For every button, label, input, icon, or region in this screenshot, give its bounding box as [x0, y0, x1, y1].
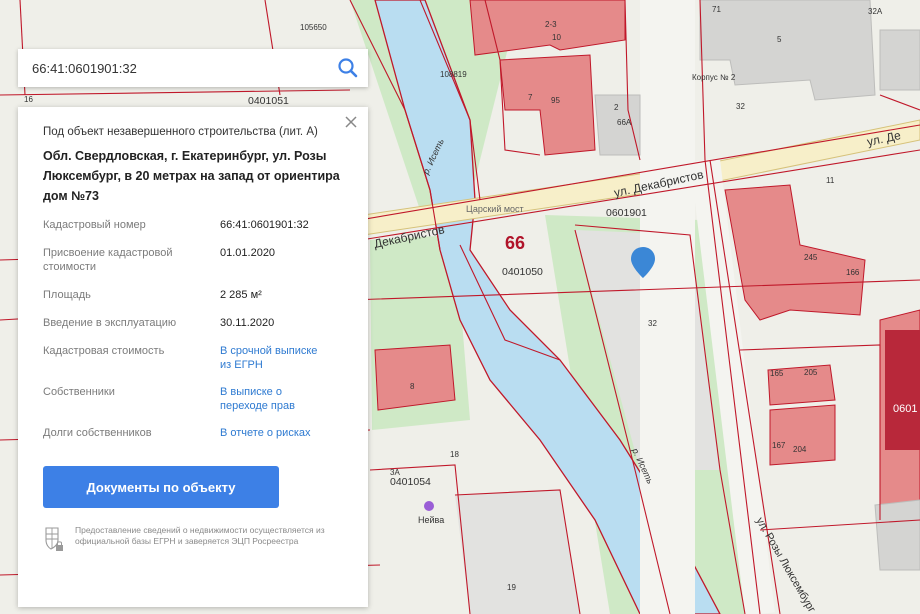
quarter-label: 0401050 [502, 266, 543, 278]
road [640, 0, 695, 614]
property-label: Присвоение кадастровой стоимости [43, 247, 173, 273]
poi-icon[interactable] [424, 501, 434, 511]
object-info-panel: Под объект незавершенного строительства … [18, 107, 368, 607]
building-number: 2-3 [545, 20, 557, 29]
building-number: 5 [777, 35, 782, 44]
search-icon[interactable] [334, 54, 362, 82]
poi-label[interactable]: Нейва [418, 515, 444, 525]
property-value: 66:41:0601901:32 [220, 219, 309, 231]
object-address: Обл. Свердловская, г. Екатеринбург, ул. … [43, 149, 340, 203]
building-number: 204 [793, 445, 807, 454]
quarter-label: 108819 [440, 70, 467, 79]
building-number: 3А [390, 468, 400, 477]
property-value: 30.11.2020 [220, 317, 275, 329]
building-number: 19 [507, 583, 516, 592]
disclaimer-text: Предоставление сведений о недвижимости о… [75, 525, 325, 546]
district-number: 66 [505, 233, 525, 253]
building-number: 7 [528, 93, 533, 102]
owners-link[interactable]: В выписке о переходе прав [220, 385, 320, 413]
property-value: 2 285 м² [220, 289, 262, 301]
building-number: 10 [552, 33, 561, 42]
building-number: 66А [617, 118, 632, 127]
building-number: 32А [868, 7, 883, 16]
building-number: 2 [614, 103, 619, 112]
building-number: 95 [551, 96, 560, 105]
property-label: Площадь [43, 289, 91, 301]
property-row: Кадастровая стоимость В срочной выписке … [43, 344, 344, 372]
property-list: Кадастровый номер 66:41:0601901:32 Присв… [43, 218, 344, 440]
building-number: 245 [804, 253, 818, 262]
property-label: Кадастровая стоимость [43, 345, 165, 357]
quarter-label: 0401051 [248, 95, 289, 107]
quarter-label: 105650 [300, 23, 327, 32]
property-label: Введение в эксплуатацию [43, 317, 177, 329]
shield-lock-icon [45, 527, 63, 551]
close-icon[interactable] [342, 113, 360, 131]
search-input[interactable] [18, 49, 328, 87]
property-label: Кадастровый номер [43, 219, 146, 231]
quarter-label: 0601 [893, 403, 917, 415]
building-number: Корпус № 2 [692, 73, 736, 82]
property-label: Собственники [43, 386, 115, 398]
building-number: 167 [772, 441, 786, 450]
property-row: Долги собственников В отчете о рисках [43, 426, 344, 440]
quarter-label: 0401054 [390, 476, 431, 488]
building-number: 205 [804, 368, 818, 377]
property-value: 01.01.2020 [220, 247, 276, 259]
documents-button[interactable]: Документы по объекту [43, 466, 279, 508]
cadastral-value-link[interactable]: В срочной выписке из ЕГРН [220, 344, 330, 372]
property-row: Кадастровый номер 66:41:0601901:32 [43, 218, 344, 232]
building-number: 71 [712, 5, 721, 14]
quarter-label: 0601901 [606, 207, 647, 219]
building-number: 32 [736, 102, 745, 111]
object-type: Под объект незавершенного строительства … [43, 126, 318, 138]
property-row: Площадь 2 285 м² [43, 288, 344, 302]
building-number: 8 [410, 382, 415, 391]
property-row: Введение в эксплуатацию 30.11.2020 [43, 316, 344, 330]
building-number: 11 [826, 176, 835, 185]
search-bar [18, 49, 368, 87]
property-row: Присвоение кадастровой стоимости 01.01.2… [43, 246, 344, 274]
building-number: 16 [24, 95, 33, 104]
building-number: 18 [450, 450, 459, 459]
building-number: 32 [648, 319, 657, 328]
land-plot [455, 490, 580, 614]
bridge-label: Царский мост [466, 204, 524, 214]
property-row: Собственники В выписке о переходе прав [43, 385, 344, 413]
disclaimer: Предоставление сведений о недвижимости о… [43, 525, 343, 553]
building-dark [885, 330, 920, 450]
building-number: 165 [770, 369, 784, 378]
debts-link[interactable]: В отчете о рисках [220, 426, 311, 440]
property-label: Долги собственников [43, 427, 152, 439]
building-number: 166 [846, 268, 860, 277]
